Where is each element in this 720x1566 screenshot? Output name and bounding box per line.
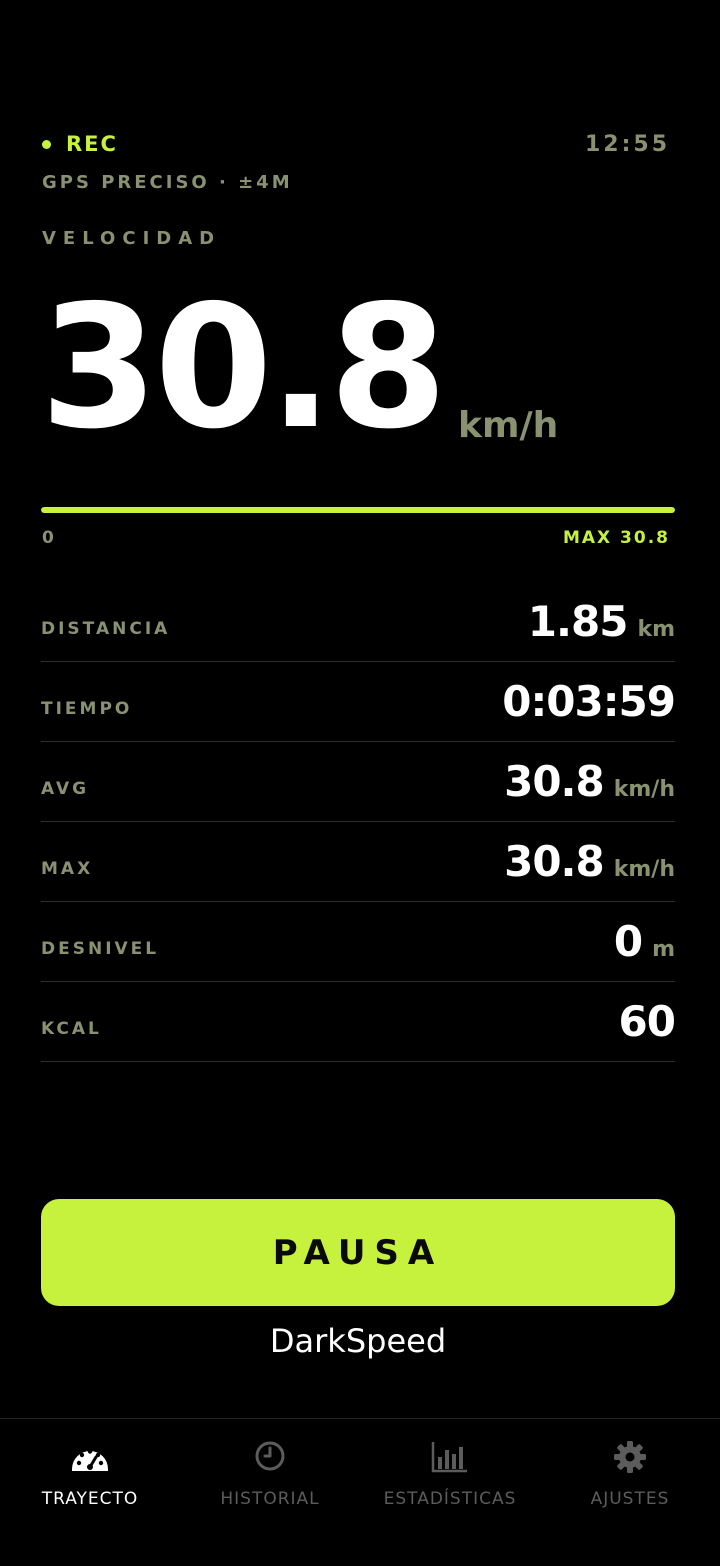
stat-value: 0:03:59 xyxy=(502,677,676,726)
stat-value: 1.85 km xyxy=(528,597,675,646)
tab-trayecto[interactable]: TRAYECTO xyxy=(0,1419,180,1566)
speed-label: VELOCIDAD xyxy=(42,228,222,249)
tab-historial[interactable]: HISTORIAL xyxy=(180,1419,360,1566)
tab-estadisticas[interactable]: ESTADÍSTICAS xyxy=(360,1419,540,1566)
stat-value: 30.8 km/h xyxy=(504,837,675,886)
stat-value: 30.8 km/h xyxy=(504,757,675,806)
stat-number: 30.8 xyxy=(504,757,605,806)
stat-label: AVG xyxy=(41,778,90,799)
bar-chart-icon xyxy=(431,1442,467,1473)
stat-row-tiempo: TIEMPO 0:03:59 xyxy=(41,662,676,742)
clock-icon xyxy=(255,1441,285,1471)
recording-label: REC xyxy=(66,132,118,156)
tab-label: ESTADÍSTICAS xyxy=(383,1489,517,1509)
tab-label: HISTORIAL xyxy=(220,1489,320,1509)
stats-list: DISTANCIA 1.85 km TIEMPO 0:03:59 AVG 30.… xyxy=(41,582,676,1062)
brand-name: DarkSpeed xyxy=(269,1322,447,1360)
stat-unit: km xyxy=(637,617,675,642)
speed-bar xyxy=(41,507,675,513)
stat-unit: km/h xyxy=(613,777,675,802)
gear-icon xyxy=(614,1441,646,1473)
clock: 12:55 xyxy=(584,131,670,157)
stat-number: 60 xyxy=(618,997,676,1046)
tab-ajustes[interactable]: AJUSTES xyxy=(540,1419,720,1566)
stat-row-desnivel: DESNIVEL 0 m xyxy=(41,902,675,982)
speed-bar-min: 0 xyxy=(42,528,54,548)
stat-label: KCAL xyxy=(41,1018,102,1039)
stat-number: 0:03:59 xyxy=(502,677,676,726)
speedometer-icon xyxy=(72,1449,108,1471)
stat-label: DISTANCIA xyxy=(41,618,171,639)
stat-value: 60 xyxy=(618,997,676,1046)
tab-label: AJUSTES xyxy=(590,1489,670,1509)
pause-button[interactable]: PAUSA xyxy=(41,1199,675,1306)
gps-status: GPS PRECISO · ±4M xyxy=(42,172,293,193)
stat-row-max: MAX 30.8 km/h xyxy=(41,822,675,902)
stat-unit: km/h xyxy=(613,857,675,882)
stat-unit: m xyxy=(652,937,675,962)
stat-row-avg: AVG 30.8 km/h xyxy=(41,742,675,822)
tab-label: TRAYECTO xyxy=(41,1489,139,1509)
stat-row-kcal: KCAL 60 xyxy=(41,982,676,1062)
stat-label: DESNIVEL xyxy=(41,938,160,959)
tab-bar: TRAYECTO HISTORIAL ESTADÍSTICAS AJUSTES xyxy=(0,1418,720,1566)
stat-value: 0 m xyxy=(614,917,675,966)
recording-indicator: REC xyxy=(42,132,118,156)
stat-number: 0 xyxy=(613,917,643,966)
status-row: REC 12:55 xyxy=(42,130,670,158)
stat-row-distancia: DISTANCIA 1.85 km xyxy=(41,582,675,662)
speed-unit: km/h xyxy=(458,405,559,446)
speed-value: 30.8 xyxy=(40,269,447,467)
speed-bar-fill xyxy=(41,507,675,513)
stat-label: MAX xyxy=(41,858,94,879)
speed-bar-max: MAX 30.8 xyxy=(562,528,670,548)
stat-label: TIEMPO xyxy=(41,698,133,719)
recording-dot-icon xyxy=(42,139,51,149)
stat-number: 30.8 xyxy=(504,837,605,886)
stat-number: 1.85 xyxy=(527,597,629,646)
